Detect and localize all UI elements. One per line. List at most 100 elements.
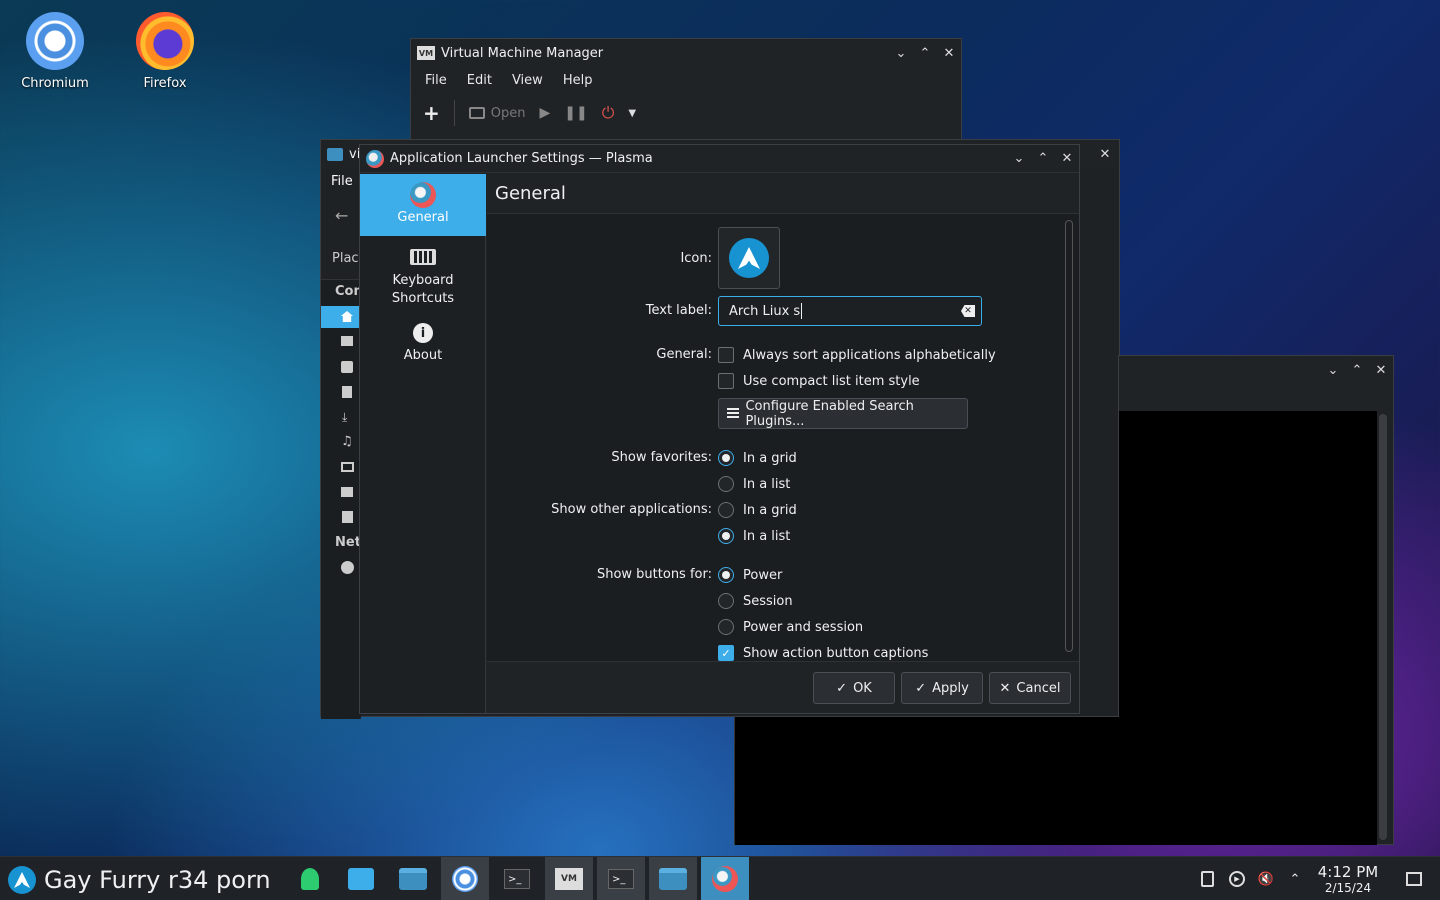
trash-icon[interactable]: [342, 511, 353, 523]
settings-content: Icon: Text label: Arch Liux s ✕ General:…: [487, 214, 1079, 662]
close-icon[interactable]: ✕: [1093, 142, 1117, 166]
close-icon[interactable]: ✕: [1055, 147, 1079, 171]
download-icon[interactable]: ⤓: [342, 410, 347, 425]
arch-linux-icon: [729, 238, 769, 278]
maximize-icon[interactable]: ⌃: [1031, 147, 1055, 171]
media-player-icon[interactable]: ▶: [1227, 869, 1247, 889]
desktop-icon-chromium[interactable]: Chromium: [10, 12, 100, 91]
menu-file[interactable]: File: [331, 174, 353, 189]
power-icon[interactable]: ⏻: [602, 103, 615, 123]
menu-help[interactable]: Help: [553, 73, 603, 88]
apply-button[interactable]: ✓ Apply: [901, 672, 983, 704]
folder-home-icon: [659, 868, 687, 890]
favorites-list-radio[interactable]: In a list: [718, 476, 790, 492]
videos-icon[interactable]: [341, 487, 353, 497]
icon-picker-button[interactable]: [718, 227, 780, 289]
monitor-icon[interactable]: Open: [468, 106, 526, 121]
checkbox-checked[interactable]: ✓: [718, 645, 734, 661]
task-chromium[interactable]: [441, 857, 489, 900]
pause-icon[interactable]: ❚❚: [564, 105, 587, 121]
show-desktop-icon[interactable]: [1404, 869, 1424, 889]
play-icon[interactable]: ▶: [540, 105, 551, 121]
maximize-icon[interactable]: ⌃: [1345, 358, 1369, 382]
radio[interactable]: [718, 502, 734, 518]
desktop-icon-firefox[interactable]: Firefox: [120, 12, 210, 91]
ok-button[interactable]: ✓ OK: [813, 672, 895, 704]
clock-time: 4:12 PM: [1317, 863, 1379, 881]
terminal-area-lower[interactable]: [734, 717, 1120, 845]
favorites-grid-radio[interactable]: In a grid: [718, 450, 797, 466]
clipboard-icon[interactable]: [1197, 869, 1217, 889]
session-radio[interactable]: Session: [718, 593, 793, 609]
other-list-radio[interactable]: In a list: [718, 528, 790, 544]
task-launcher-settings[interactable]: [701, 857, 749, 900]
compact-list-label: Use compact list item style: [743, 373, 920, 389]
chevron-down-icon[interactable]: ▼: [628, 108, 636, 119]
text-label-field[interactable]: Arch Liux s ✕: [718, 296, 982, 326]
close-icon[interactable]: ✕: [937, 41, 961, 65]
task-virt-manager[interactable]: VM: [545, 857, 593, 900]
radio[interactable]: [718, 476, 734, 492]
power-and-session-radio[interactable]: Power and session: [718, 619, 863, 635]
pictures-icon[interactable]: [341, 462, 354, 472]
globe-icon[interactable]: [341, 561, 354, 574]
minimize-icon[interactable]: ⌄: [1321, 358, 1345, 382]
scrollbar[interactable]: [1379, 414, 1387, 840]
vmm-app-icon: VM: [417, 46, 435, 60]
always-sort-checkbox[interactable]: Always sort applications alphabetically: [718, 347, 996, 363]
radio-selected[interactable]: [718, 528, 734, 544]
task-file-manager[interactable]: [649, 857, 697, 900]
chevron-up-icon[interactable]: ⌃: [1285, 869, 1305, 889]
places-item-home[interactable]: [321, 306, 361, 328]
file-icon[interactable]: [342, 386, 352, 398]
terminal-titlebar[interactable]: ⌄ ⌃ ✕: [1119, 356, 1393, 384]
menu-edit[interactable]: Edit: [457, 73, 502, 88]
sidebar-item-keyboard-shortcuts[interactable]: Keyboard Shortcuts: [360, 236, 486, 312]
vmm-titlebar[interactable]: VM Virtual Machine Manager ⌄ ⌃ ✕: [411, 39, 961, 67]
task-app-1[interactable]: [286, 857, 334, 900]
dialog-titlebar[interactable]: Application Launcher Settings — Plasma ⌄…: [360, 145, 1079, 173]
maximize-icon[interactable]: ⌃: [913, 41, 937, 65]
menu-file[interactable]: File: [415, 73, 457, 88]
radio[interactable]: [718, 593, 734, 609]
volume-muted-icon[interactable]: 🔇: [1256, 869, 1276, 889]
minimize-icon[interactable]: ⌄: [1007, 147, 1031, 171]
sidebar-item-about[interactable]: i About: [360, 312, 486, 374]
add-icon[interactable]: +: [423, 101, 440, 125]
radio-selected[interactable]: [718, 450, 734, 466]
terminal-icon: >_: [504, 869, 530, 889]
radio[interactable]: [718, 619, 734, 635]
close-icon[interactable]: ✕: [1369, 358, 1393, 382]
radio-selected[interactable]: [718, 567, 734, 583]
taskbar: Gay Furry r34 porn >_ VM >_ ▶ 🔇 ⌃ 4:12 P…: [0, 856, 1440, 900]
show-captions-checkbox[interactable]: ✓ Show action button captions: [718, 645, 928, 661]
task-terminal-1[interactable]: >_: [493, 857, 541, 900]
checkbox[interactable]: [718, 373, 734, 389]
power-radio[interactable]: Power: [718, 567, 782, 583]
clear-text-icon[interactable]: ✕: [961, 305, 975, 317]
folder-icon: [327, 147, 343, 161]
back-arrow-icon[interactable]: ←: [335, 206, 348, 225]
sidebar-item-label: Keyboard Shortcuts: [391, 273, 455, 306]
task-discover[interactable]: [337, 857, 385, 900]
radio-label: Power: [743, 567, 783, 583]
desktop-icon[interactable]: [341, 336, 353, 346]
scrollbar[interactable]: [1065, 220, 1073, 652]
checkbox[interactable]: [718, 347, 734, 363]
application-launcher-button[interactable]: Gay Furry r34 porn: [8, 866, 271, 894]
terminal-area[interactable]: [1119, 411, 1377, 845]
cancel-button[interactable]: ✕ Cancel: [989, 672, 1071, 704]
compact-list-checkbox[interactable]: Use compact list item style: [718, 373, 920, 389]
menu-view[interactable]: View: [502, 73, 553, 88]
music-icon[interactable]: ♫: [341, 434, 353, 449]
documents-icon[interactable]: [341, 361, 353, 373]
radio-label: Power and session: [743, 619, 864, 635]
minimize-icon[interactable]: ⌄: [889, 41, 913, 65]
task-terminal-2[interactable]: >_: [597, 857, 645, 900]
other-grid-radio[interactable]: In a grid: [718, 502, 797, 518]
configure-plugins-button[interactable]: Configure Enabled Search Plugins...: [718, 398, 968, 429]
task-files[interactable]: [389, 857, 437, 900]
digital-clock[interactable]: 4:12 PM 2/15/24: [1312, 863, 1384, 895]
sidebar-item-general[interactable]: General: [360, 174, 486, 236]
sidebar-item-label: About: [403, 348, 443, 363]
